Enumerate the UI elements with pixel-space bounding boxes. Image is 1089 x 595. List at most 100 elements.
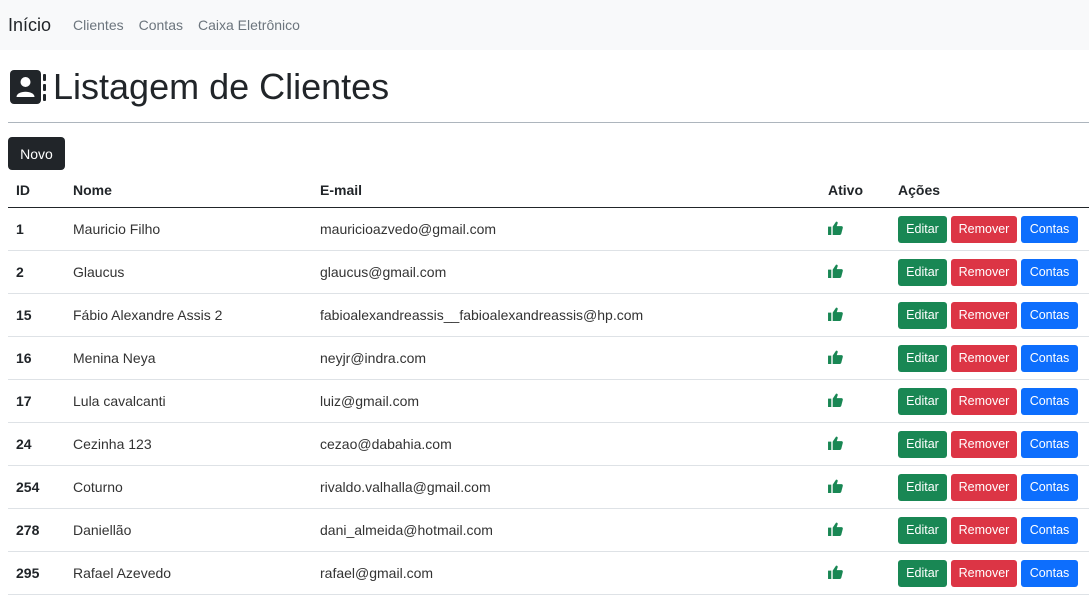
nav-link-contas[interactable]: Contas (139, 17, 183, 33)
table-row: 16 Menina Neya neyjr@indra.com Editar Remove… (8, 337, 1089, 380)
edit-button[interactable]: Editar (898, 215, 947, 243)
cell-active (828, 552, 843, 594)
cell-active (828, 380, 843, 422)
cell-id: 15 (16, 307, 32, 323)
cell-id: 16 (16, 350, 32, 366)
nav-link-clientes[interactable]: Clientes (73, 17, 124, 33)
cell-id: 1 (16, 221, 24, 237)
table-row: 24 Cezinha 123 cezao@dabahia.com Editar Remo… (8, 423, 1089, 466)
table-row: 278 Daniellão dani_almeida@hotmail.com Edit… (8, 509, 1089, 552)
cell-active (828, 423, 843, 465)
cell-name: Menina Neya (73, 350, 156, 366)
cell-id: 254 (16, 479, 40, 495)
thumbs-up-icon (828, 307, 843, 324)
accounts-button[interactable]: Contas (1021, 473, 1078, 501)
cell-actions: Editar Remover Contas (898, 423, 1078, 465)
cell-email: rafael@gmail.com (320, 565, 434, 581)
cell-name: Fábio Alexandre Assis 2 (73, 307, 223, 323)
remove-button[interactable]: Remover (951, 516, 1017, 544)
cell-active (828, 208, 843, 250)
table-row: 1 Mauricio Filho mauricioazvedo@gmail.com E… (8, 208, 1089, 251)
page-title: Listagem de Clientes (53, 66, 390, 107)
nav-brand-inicio[interactable]: Início (8, 15, 51, 36)
remove-button[interactable]: Remover (951, 473, 1017, 501)
accounts-button[interactable]: Contas (1021, 516, 1078, 544)
cell-name: Daniellão (73, 522, 132, 538)
cell-active (828, 251, 843, 293)
header-email: E-mail (320, 181, 363, 198)
edit-button[interactable]: Editar (898, 258, 947, 286)
cell-email: cezao@dabahia.com (320, 436, 452, 452)
cell-active (828, 509, 843, 551)
edit-button[interactable]: Editar (898, 387, 947, 415)
accounts-button[interactable]: Contas (1021, 344, 1078, 372)
table-body: 1 Mauricio Filho mauricioazvedo@gmail.com E… (8, 208, 1089, 595)
thumbs-up-icon (828, 264, 843, 281)
cell-id: 17 (16, 393, 32, 409)
edit-button[interactable]: Editar (898, 473, 947, 501)
cell-name: Coturno (73, 479, 123, 495)
header-id: ID (16, 181, 30, 198)
cell-active (828, 294, 843, 336)
remove-button[interactable]: Remover (951, 559, 1017, 587)
thumbs-up-icon (828, 436, 843, 453)
address-book-icon (10, 70, 46, 104)
cell-email: mauricioazvedo@gmail.com (320, 221, 497, 237)
new-client-button[interactable]: Novo (8, 137, 65, 170)
cell-name: Lula cavalcanti (73, 393, 166, 409)
accounts-button[interactable]: Contas (1021, 430, 1078, 458)
remove-button[interactable]: Remover (951, 258, 1017, 286)
accounts-button[interactable]: Contas (1021, 215, 1078, 243)
accounts-button[interactable]: Contas (1021, 301, 1078, 329)
cell-name: Glaucus (73, 264, 125, 280)
cell-active (828, 466, 843, 508)
table-header: ID Nome E-mail Ativo Ações (8, 172, 1089, 208)
edit-button[interactable]: Editar (898, 559, 947, 587)
edit-button[interactable]: Editar (898, 430, 947, 458)
edit-button[interactable]: Editar (898, 344, 947, 372)
navbar: Início Clientes Contas Caixa Eletrônico (0, 0, 1089, 50)
thumbs-up-icon (828, 565, 843, 582)
table-row: 254 Coturno rivaldo.valhalla@gmail.com Edit… (8, 466, 1089, 509)
remove-button[interactable]: Remover (951, 430, 1017, 458)
cell-actions: Editar Remover Contas (898, 208, 1078, 250)
cell-actions: Editar Remover Contas (898, 466, 1078, 508)
cell-name: Cezinha 123 (73, 436, 152, 452)
cell-name: Mauricio Filho (73, 221, 161, 237)
table-row: 17 Lula cavalcanti luiz@gmail.com Editar Rem… (8, 380, 1089, 423)
cell-name: Rafael Azevedo (73, 565, 172, 581)
thumbs-up-icon (828, 479, 843, 496)
cell-id: 278 (16, 522, 40, 538)
cell-actions: Editar Remover Contas (898, 509, 1078, 551)
header-actions: Ações (898, 181, 941, 198)
remove-button[interactable]: Remover (951, 215, 1017, 243)
cell-id: 295 (16, 565, 40, 581)
edit-button[interactable]: Editar (898, 516, 947, 544)
edit-button[interactable]: Editar (898, 301, 947, 329)
cell-id: 2 (16, 264, 24, 280)
accounts-button[interactable]: Contas (1021, 387, 1078, 415)
accounts-button[interactable]: Contas (1021, 258, 1078, 286)
cell-email: dani_almeida@hotmail.com (320, 522, 493, 538)
remove-button[interactable]: Remover (951, 301, 1017, 329)
table-row: 15 Fábio Alexandre Assis 2 fabioalexandrea… (8, 294, 1089, 337)
remove-button[interactable]: Remover (951, 387, 1017, 415)
remove-button[interactable]: Remover (951, 344, 1017, 372)
cell-actions: Editar Remover Contas (898, 552, 1078, 594)
thumbs-up-icon (828, 221, 843, 238)
page-header: Listagem de Clientes (10, 64, 389, 110)
cell-actions: Editar Remover Contas (898, 337, 1078, 379)
cell-email: glaucus@gmail.com (320, 264, 447, 280)
accounts-button[interactable]: Contas (1021, 559, 1078, 587)
header-name: Nome (73, 181, 112, 198)
nav-link-caixa-eletronico[interactable]: Caixa Eletrônico (198, 17, 300, 33)
cell-email: fabioalexandreassis__fabioalexandreassis… (320, 307, 644, 323)
header-active: Ativo (828, 181, 863, 198)
cell-id: 24 (16, 436, 32, 452)
cell-email: luiz@gmail.com (320, 393, 420, 409)
thumbs-up-icon (828, 522, 843, 539)
clients-table: ID Nome E-mail Ativo Ações 1 Mauricio Fil… (8, 172, 1089, 595)
cell-actions: Editar Remover Contas (898, 251, 1078, 293)
cell-email: rivaldo.valhalla@gmail.com (320, 479, 491, 495)
thumbs-up-icon (828, 393, 843, 410)
